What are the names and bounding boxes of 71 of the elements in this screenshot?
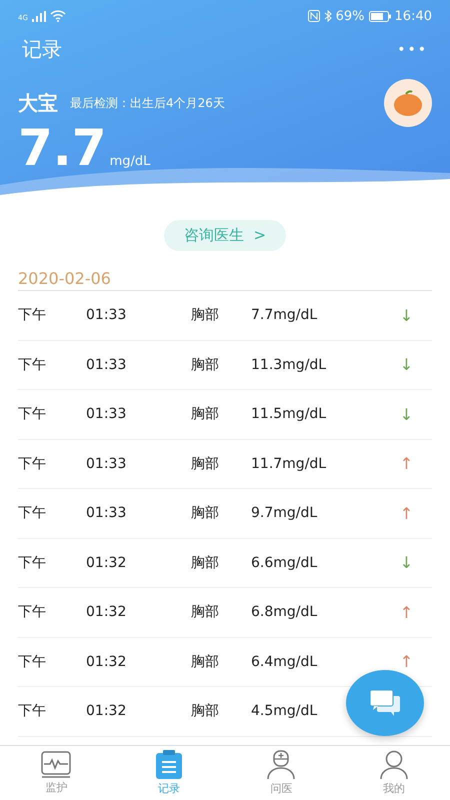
site-text: 胸部 [191,356,220,374]
last-check-text: 最后检测：出生后4个月26天 [70,94,226,112]
trend-arrow: ↑ [398,652,414,672]
trend-arrow: ↓ [398,355,414,374]
period-text: 下午 [18,702,47,720]
period-text: 下午 [18,306,47,324]
nav-tab[interactable]: 问医 [225,746,338,800]
site-text: 胸部 [191,652,220,671]
latest-value: 7.7 [18,123,107,173]
monitor-icon [41,751,72,779]
reading-text: 11.5mg/dL [251,406,328,422]
battery-icon [368,10,391,22]
site-text: 胸部 [191,554,220,572]
page-title: 记录 [22,36,62,63]
reading-text: 4.5mg/dL [251,703,318,720]
wifi-icon [50,10,66,22]
reading-text: 6.6mg/dL [251,554,318,571]
site-text: 胸部 [191,504,220,522]
time-text: 01:33 [86,307,128,324]
record-date: 2020-02-06 [18,269,432,291]
period-text: 下午 [18,356,47,374]
trend-arrow: ↓ [398,553,414,572]
time-text: 01:33 [86,356,128,373]
signal-icon [32,10,46,22]
chat-button[interactable] [346,670,424,736]
value-unit: mg/dL [110,154,150,169]
baby-name: 大宝 [18,90,58,116]
period-text: 下午 [18,454,47,473]
nav-tab[interactable]: 监护 [0,746,112,800]
site-text: 胸部 [191,454,220,473]
nav-tab[interactable]: 记录 [112,746,225,800]
site-text: 胸部 [191,306,220,324]
reading-text: 11.3mg/dL [251,356,328,373]
more-button[interactable]: ••• [397,42,428,58]
battery-percent: 69% [336,8,365,24]
time-text: 01:32 [86,703,128,720]
chat-icon [369,689,401,717]
trend-arrow: ↑ [398,504,414,523]
reading-text: 9.7mg/dL [251,505,318,522]
person-icon [378,750,409,780]
consult-doctor-button[interactable]: 咨询医生 > [164,220,286,251]
period-text: 下午 [18,554,47,572]
site-text: 胸部 [191,702,220,720]
fruit-icon [393,89,423,117]
clock: 16:40 [394,8,432,24]
period-text: 下午 [18,504,47,522]
nav-tab[interactable]: 我的 [338,746,450,800]
period-text: 下午 [18,405,47,424]
trend-arrow: ↓ [398,404,414,424]
time-text: 01:32 [86,654,128,670]
doctor-icon [266,750,296,780]
clipboard-icon [154,750,183,780]
trend-arrow: ↑ [398,602,414,622]
period-text: 下午 [18,603,47,622]
time-text: 01:32 [86,554,128,571]
period-text: 下午 [18,652,47,671]
time-text: 01:33 [86,406,128,422]
time-text: 01:33 [86,456,128,472]
nfc-icon [308,10,320,22]
reading-text: 6.4mg/dL [251,654,318,670]
bluetooth-icon [324,10,332,22]
reading-text: 7.7mg/dL [251,307,318,324]
reading-text: 11.7mg/dL [251,456,328,472]
site-text: 胸部 [191,603,220,622]
site-text: 胸部 [191,405,220,424]
reading-text: 6.8mg/dL [251,604,318,620]
trend-arrow: ↑ [398,454,414,474]
time-text: 01:33 [86,505,128,522]
avatar[interactable] [384,79,432,127]
trend-arrow: ↓ [398,306,414,325]
time-text: 01:32 [86,604,128,620]
